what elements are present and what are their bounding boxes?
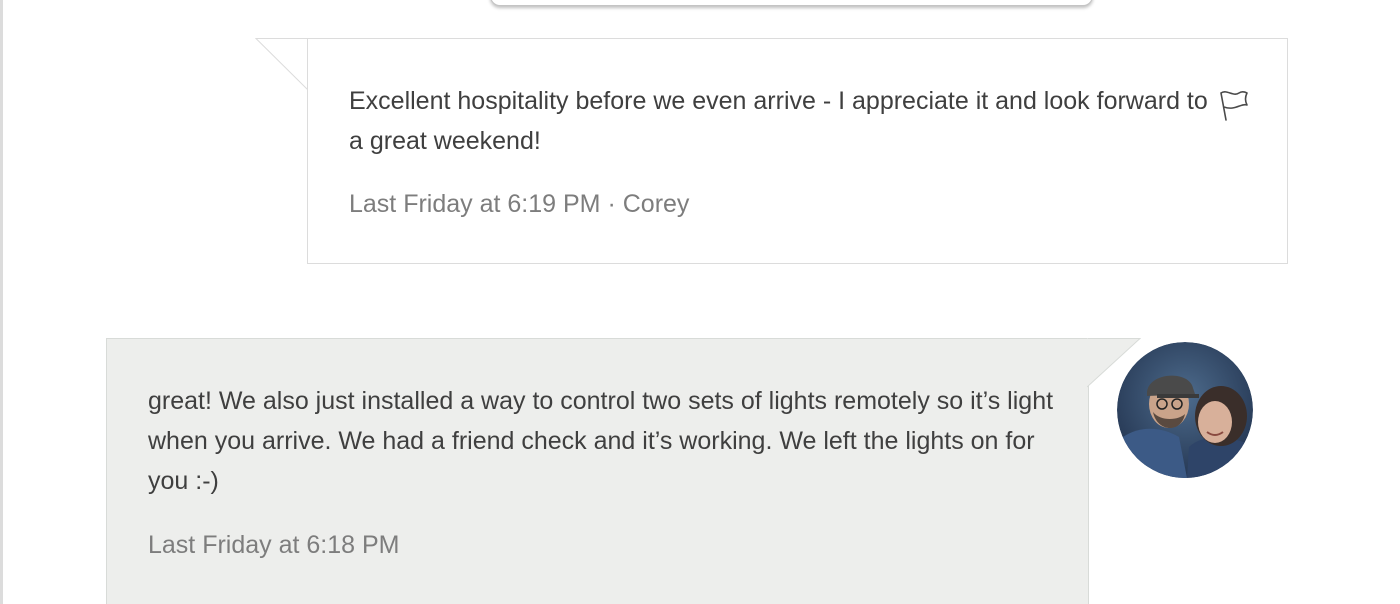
- bubble-tail-left: [255, 38, 309, 91]
- message-text: Excellent hospitality before we even arr…: [349, 87, 1208, 155]
- meta-separator: ·: [607, 190, 616, 218]
- message-thread: Excellent hospitality before we even arr…: [0, 0, 1400, 604]
- user-avatar[interactable]: [1117, 342, 1253, 478]
- message-timestamp: Last Friday at 6:19 PM: [349, 190, 601, 218]
- message-timestamp: Last Friday at 6:18 PM: [148, 531, 400, 559]
- sent-message-bubble: great! We also just installed a way to c…: [106, 338, 1089, 604]
- message-meta: Last Friday at 6:19 PM · Corey: [349, 184, 689, 224]
- left-divider: [0, 0, 3, 604]
- received-message-bubble: Excellent hospitality before we even arr…: [307, 38, 1288, 264]
- flag-icon[interactable]: [1215, 87, 1251, 123]
- message-author: Corey: [622, 190, 690, 218]
- popover-bottom-edge: [490, 0, 1093, 6]
- message-text: great! We also just installed a way to c…: [148, 387, 1054, 495]
